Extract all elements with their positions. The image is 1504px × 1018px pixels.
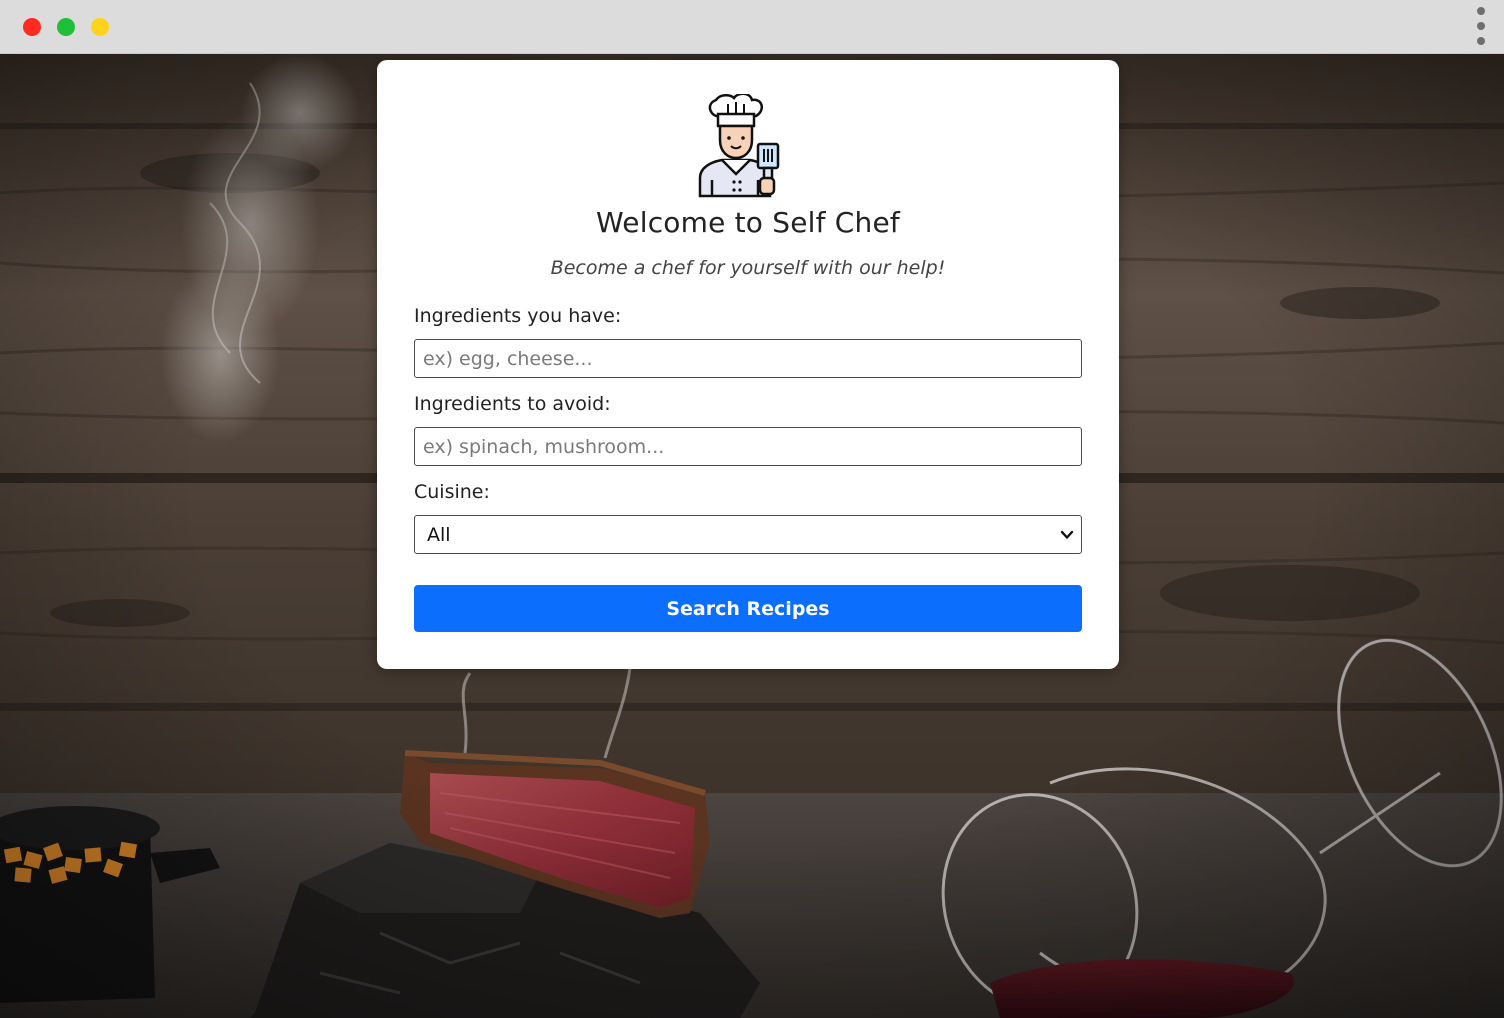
cuisine-label: Cuisine: [414, 481, 490, 503]
browser-titlebar [0, 0, 1504, 54]
ingredients-avoid-input[interactable] [414, 427, 1082, 466]
kebab-menu-icon[interactable] [1476, 7, 1486, 47]
cuisine-selected-value: All [427, 524, 451, 546]
maximize-window-button[interactable] [57, 18, 75, 36]
browser-window: Welcome to Self Chef Become a chef for y… [0, 0, 1504, 1018]
close-window-button[interactable] [23, 18, 41, 36]
chef-icon [698, 94, 780, 198]
cuisine-select[interactable]: All [414, 515, 1082, 554]
minimize-window-button[interactable] [91, 18, 109, 36]
search-card: Welcome to Self Chef Become a chef for y… [377, 60, 1119, 669]
page-title: Welcome to Self Chef [596, 206, 900, 239]
search-recipes-button[interactable]: Search Recipes [414, 585, 1082, 632]
ingredients-have-input[interactable] [414, 339, 1082, 378]
ingredients-avoid-label: Ingredients to avoid: [414, 393, 611, 415]
ingredients-have-label: Ingredients you have: [414, 305, 622, 327]
chevron-down-icon [1060, 530, 1074, 539]
page-subtitle: Become a chef for yourself with our help… [550, 257, 946, 279]
